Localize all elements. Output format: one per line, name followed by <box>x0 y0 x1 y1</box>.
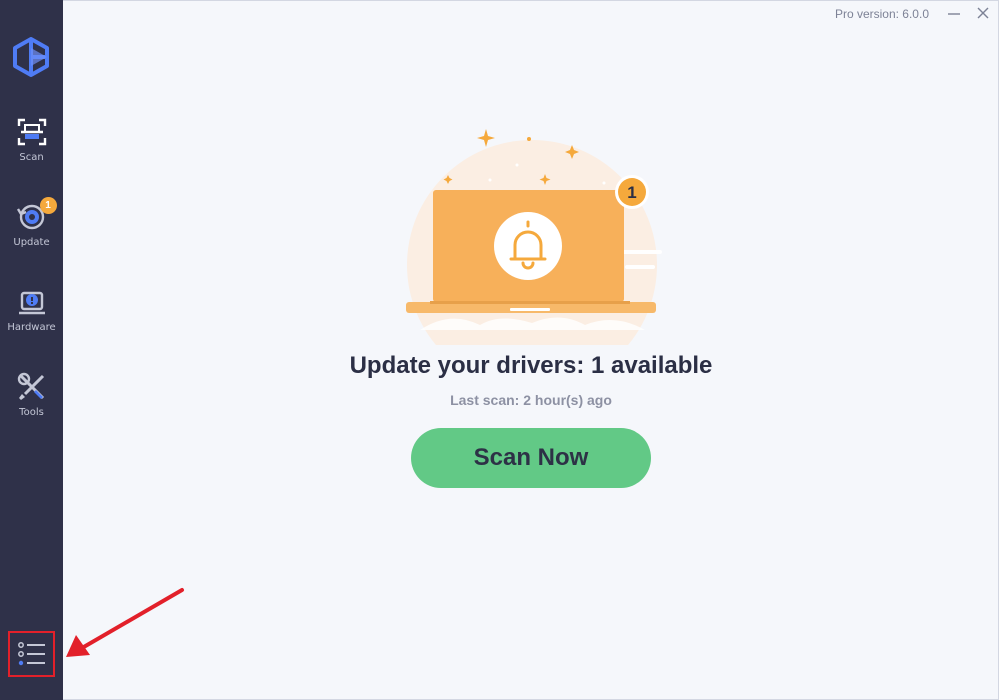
sidebar: Scan 1 Update Hardware Tools <box>0 0 63 700</box>
sidebar-item-label: Update <box>13 237 50 248</box>
sidebar-item-label: Hardware <box>7 322 56 333</box>
sidebar-item-scan[interactable]: Scan <box>0 116 63 186</box>
red-arrow-annotation <box>66 588 184 657</box>
tools-icon <box>17 372 44 400</box>
update-icon-wrap: 1 <box>16 197 57 233</box>
version-label: Pro version: 6.0.0 <box>834 7 929 21</box>
minimize-button[interactable] <box>943 2 965 24</box>
sidebar-item-label: Tools <box>19 407 44 418</box>
illustration-badge: 1 <box>627 183 636 202</box>
laptop-illustration: 1 <box>406 129 662 345</box>
close-icon <box>977 7 989 19</box>
menu-button[interactable] <box>8 631 55 677</box>
app-logo <box>13 37 49 77</box>
close-button[interactable] <box>972 2 994 24</box>
menu-list-icon <box>17 642 45 666</box>
sidebar-item-hardware[interactable]: Hardware <box>0 286 63 356</box>
sidebar-item-label: Scan <box>19 152 44 163</box>
main-panel <box>63 0 999 700</box>
update-count-badge: 1 <box>39 197 57 214</box>
scan-now-button[interactable]: Scan Now <box>411 428 651 488</box>
page-title: Update your drivers: 1 available <box>349 352 713 379</box>
sidebar-item-tools[interactable]: Tools <box>0 371 63 441</box>
sidebar-item-update[interactable]: 1 Update <box>0 197 63 271</box>
scan-icon <box>17 118 46 146</box>
hardware-icon <box>18 291 45 315</box>
last-scan-text: Last scan: 2 hour(s) ago <box>450 392 612 408</box>
minimize-icon <box>948 13 960 15</box>
